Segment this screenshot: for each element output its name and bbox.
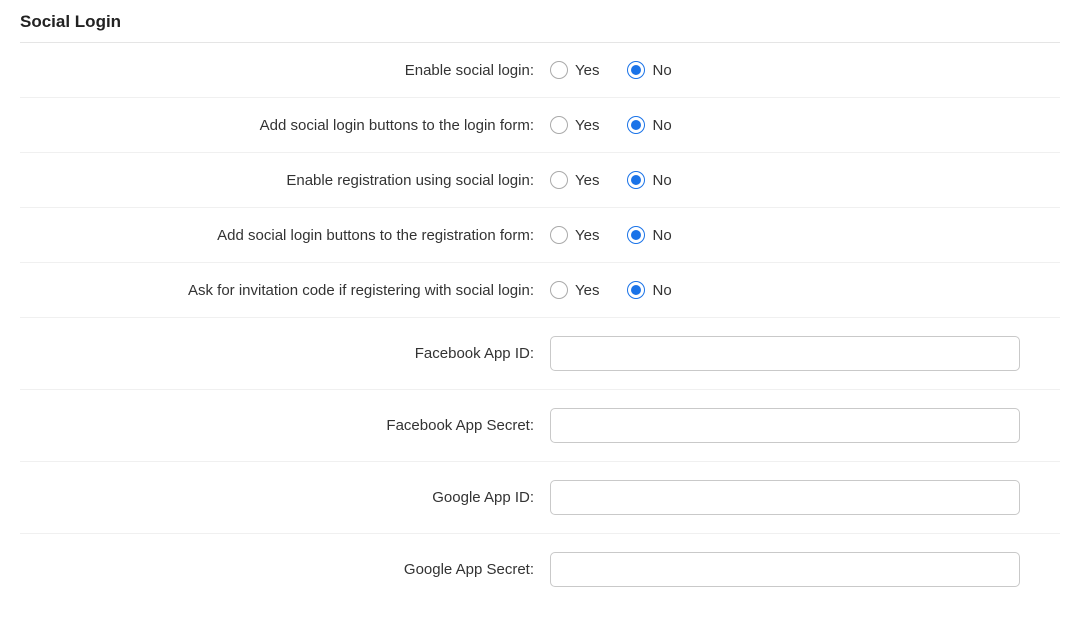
control-google-app-secret <box>550 552 1060 587</box>
radio-circle-icon <box>627 116 645 134</box>
radio-circle-icon <box>627 226 645 244</box>
radio-enable-registration-social-no[interactable]: No <box>627 171 671 189</box>
radio-add-buttons-login-form-no[interactable]: No <box>627 116 671 134</box>
radio-label-yes: Yes <box>575 62 599 79</box>
control-add-buttons-login-form: Yes No <box>550 116 1060 134</box>
radio-circle-icon <box>627 171 645 189</box>
row-enable-social-login: Enable social login: Yes No <box>20 43 1060 98</box>
label-add-buttons-registration-form: Add social login buttons to the registra… <box>20 227 550 244</box>
radio-label-yes: Yes <box>575 227 599 244</box>
label-facebook-app-secret: Facebook App Secret: <box>20 417 550 434</box>
facebook-app-id-input[interactable] <box>550 336 1020 371</box>
radio-add-buttons-registration-form-no[interactable]: No <box>627 226 671 244</box>
row-facebook-app-secret: Facebook App Secret: <box>20 390 1060 462</box>
row-facebook-app-id: Facebook App ID: <box>20 318 1060 390</box>
radio-circle-icon <box>550 116 568 134</box>
radio-enable-social-login-no[interactable]: No <box>627 61 671 79</box>
control-enable-registration-social: Yes No <box>550 171 1060 189</box>
row-add-buttons-registration-form: Add social login buttons to the registra… <box>20 208 1060 263</box>
radio-ask-invitation-code-yes[interactable]: Yes <box>550 281 599 299</box>
radio-label-yes: Yes <box>575 117 599 134</box>
control-enable-social-login: Yes No <box>550 61 1060 79</box>
row-add-buttons-login-form: Add social login buttons to the login fo… <box>20 98 1060 153</box>
google-app-id-input[interactable] <box>550 480 1020 515</box>
radio-label-no: No <box>652 62 671 79</box>
row-google-app-secret: Google App Secret: <box>20 534 1060 605</box>
radio-circle-icon <box>550 61 568 79</box>
row-google-app-id: Google App ID: <box>20 462 1060 534</box>
radio-label-yes: Yes <box>575 172 599 189</box>
facebook-app-secret-input[interactable] <box>550 408 1020 443</box>
control-add-buttons-registration-form: Yes No <box>550 226 1060 244</box>
label-enable-social-login: Enable social login: <box>20 62 550 79</box>
radio-label-no: No <box>652 172 671 189</box>
radio-ask-invitation-code-no[interactable]: No <box>627 281 671 299</box>
radio-enable-registration-social-yes[interactable]: Yes <box>550 171 599 189</box>
label-enable-registration-social: Enable registration using social login: <box>20 172 550 189</box>
row-ask-invitation-code: Ask for invitation code if registering w… <box>20 263 1060 318</box>
control-ask-invitation-code: Yes No <box>550 281 1060 299</box>
label-ask-invitation-code: Ask for invitation code if registering w… <box>20 282 550 299</box>
radio-label-no: No <box>652 282 671 299</box>
radio-add-buttons-login-form-yes[interactable]: Yes <box>550 116 599 134</box>
label-add-buttons-login-form: Add social login buttons to the login fo… <box>20 117 550 134</box>
section-title: Social Login <box>20 12 1060 43</box>
label-google-app-id: Google App ID: <box>20 489 550 506</box>
radio-enable-social-login-yes[interactable]: Yes <box>550 61 599 79</box>
radio-label-yes: Yes <box>575 282 599 299</box>
radio-circle-icon <box>627 281 645 299</box>
radio-circle-icon <box>550 226 568 244</box>
control-facebook-app-id <box>550 336 1060 371</box>
radio-circle-icon <box>627 61 645 79</box>
control-facebook-app-secret <box>550 408 1060 443</box>
radio-circle-icon <box>550 171 568 189</box>
radio-label-no: No <box>652 227 671 244</box>
radio-label-no: No <box>652 117 671 134</box>
google-app-secret-input[interactable] <box>550 552 1020 587</box>
radio-circle-icon <box>550 281 568 299</box>
control-google-app-id <box>550 480 1060 515</box>
radio-add-buttons-registration-form-yes[interactable]: Yes <box>550 226 599 244</box>
label-facebook-app-id: Facebook App ID: <box>20 345 550 362</box>
label-google-app-secret: Google App Secret: <box>20 561 550 578</box>
row-enable-registration-social: Enable registration using social login: … <box>20 153 1060 208</box>
